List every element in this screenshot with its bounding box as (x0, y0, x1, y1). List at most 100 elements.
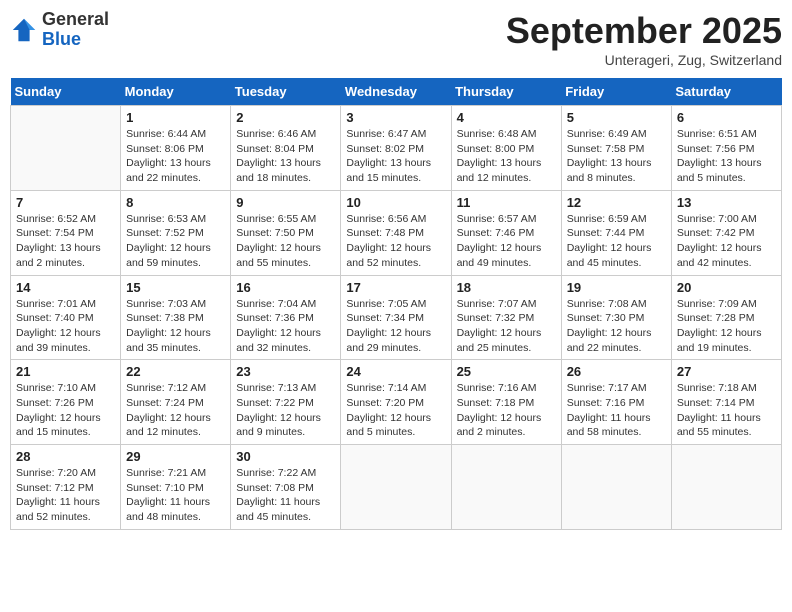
week-row-2: 7 Sunrise: 6:52 AMSunset: 7:54 PMDaylight… (11, 190, 782, 275)
day-number: 9 (236, 195, 335, 210)
logo-icon (10, 16, 38, 44)
day-number: 15 (126, 280, 225, 295)
title-block: September 2025 Unterageri, Zug, Switzerl… (506, 10, 782, 68)
day-cell: 1 Sunrise: 6:44 AMSunset: 8:06 PMDaylight… (121, 106, 231, 191)
day-info: Sunrise: 6:48 AMSunset: 8:00 PMDaylight:… (457, 127, 556, 186)
day-number: 2 (236, 110, 335, 125)
day-cell: 27Sunrise: 7:18 AMSunset: 7:14 PMDayligh… (671, 360, 781, 445)
day-info: Sunrise: 7:04 AMSunset: 7:36 PMDaylight:… (236, 297, 335, 356)
day-cell: 19 Sunrise: 7:08 AMSunset: 7:30 PMDayligh… (561, 275, 671, 360)
weekday-header-row: SundayMondayTuesdayWednesdayThursdayFrid… (11, 78, 782, 106)
day-cell: 22 Sunrise: 7:12 AMSunset: 7:24 PMDayligh… (121, 360, 231, 445)
logo-general: General (42, 9, 109, 29)
day-info: Sunrise: 7:10 AMSunset: 7:26 PMDaylight:… (16, 381, 115, 440)
day-info: Sunrise: 7:05 AMSunset: 7:34 PMDaylight:… (346, 297, 445, 356)
day-number: 5 (567, 110, 666, 125)
day-number: 3 (346, 110, 445, 125)
day-number: 16 (236, 280, 335, 295)
day-number: 24 (346, 364, 445, 379)
location: Unterageri, Zug, Switzerland (506, 52, 782, 68)
day-info: Sunrise: 7:08 AMSunset: 7:30 PMDaylight:… (567, 297, 666, 356)
day-cell: 12 Sunrise: 6:59 AMSunset: 7:44 PMDayligh… (561, 190, 671, 275)
day-info: Sunrise: 7:16 AMSunset: 7:18 PMDaylight:… (457, 381, 556, 440)
day-number: 7 (16, 195, 115, 210)
day-cell (451, 445, 561, 530)
day-number: 13 (677, 195, 776, 210)
day-cell (341, 445, 451, 530)
day-cell: 17 Sunrise: 7:05 AMSunset: 7:34 PMDayligh… (341, 275, 451, 360)
day-info: Sunrise: 7:20 AMSunset: 7:12 PMDaylight:… (16, 466, 115, 525)
day-number: 10 (346, 195, 445, 210)
day-number: 21 (16, 364, 115, 379)
day-number: 4 (457, 110, 556, 125)
day-cell: 6 Sunrise: 6:51 AMSunset: 7:56 PMDaylight… (671, 106, 781, 191)
day-number: 19 (567, 280, 666, 295)
weekday-header-monday: Monday (121, 78, 231, 106)
day-number: 25 (457, 364, 556, 379)
day-cell: 26 Sunrise: 7:17 AMSunset: 7:16 PMDayligh… (561, 360, 671, 445)
day-number: 6 (677, 110, 776, 125)
weekday-header-friday: Friday (561, 78, 671, 106)
day-cell: 3 Sunrise: 6:47 AMSunset: 8:02 PMDaylight… (341, 106, 451, 191)
day-info: Sunrise: 6:46 AMSunset: 8:04 PMDaylight:… (236, 127, 335, 186)
day-cell: 4 Sunrise: 6:48 AMSunset: 8:00 PMDaylight… (451, 106, 561, 191)
day-cell: 20Sunrise: 7:09 AMSunset: 7:28 PMDayligh… (671, 275, 781, 360)
day-info: Sunrise: 7:09 AMSunset: 7:28 PMDaylight:… (677, 297, 776, 356)
day-number: 18 (457, 280, 556, 295)
day-number: 22 (126, 364, 225, 379)
weekday-header-wednesday: Wednesday (341, 78, 451, 106)
logo: General Blue (10, 10, 109, 50)
day-cell: 25 Sunrise: 7:16 AMSunset: 7:18 PMDayligh… (451, 360, 561, 445)
day-number: 28 (16, 449, 115, 464)
weekday-header-tuesday: Tuesday (231, 78, 341, 106)
day-info: Sunrise: 6:49 AMSunset: 7:58 PMDaylight:… (567, 127, 666, 186)
week-row-5: 28 Sunrise: 7:20 AMSunset: 7:12 PMDayligh… (11, 445, 782, 530)
week-row-4: 21 Sunrise: 7:10 AMSunset: 7:26 PMDayligh… (11, 360, 782, 445)
day-cell: 8Sunrise: 6:53 AMSunset: 7:52 PMDaylight… (121, 190, 231, 275)
day-cell: 28 Sunrise: 7:20 AMSunset: 7:12 PMDayligh… (11, 445, 121, 530)
day-number: 23 (236, 364, 335, 379)
day-info: Sunrise: 6:52 AMSunset: 7:54 PMDaylight:… (16, 212, 115, 271)
day-cell: 14Sunrise: 7:01 AMSunset: 7:40 PMDayligh… (11, 275, 121, 360)
day-number: 12 (567, 195, 666, 210)
day-info: Sunrise: 6:56 AMSunset: 7:48 PMDaylight:… (346, 212, 445, 271)
day-info: Sunrise: 7:07 AMSunset: 7:32 PMDaylight:… (457, 297, 556, 356)
day-cell: 24 Sunrise: 7:14 AMSunset: 7:20 PMDayligh… (341, 360, 451, 445)
day-info: Sunrise: 7:14 AMSunset: 7:20 PMDaylight:… (346, 381, 445, 440)
day-info: Sunrise: 6:55 AMSunset: 7:50 PMDaylight:… (236, 212, 335, 271)
day-info: Sunrise: 7:13 AMSunset: 7:22 PMDaylight:… (236, 381, 335, 440)
day-cell (671, 445, 781, 530)
day-info: Sunrise: 6:57 AMSunset: 7:46 PMDaylight:… (457, 212, 556, 271)
day-cell: 23 Sunrise: 7:13 AMSunset: 7:22 PMDayligh… (231, 360, 341, 445)
day-cell: 29Sunrise: 7:21 AMSunset: 7:10 PMDayligh… (121, 445, 231, 530)
month-title: September 2025 (506, 10, 782, 52)
day-cell: 5 Sunrise: 6:49 AMSunset: 7:58 PMDaylight… (561, 106, 671, 191)
day-info: Sunrise: 6:47 AMSunset: 8:02 PMDaylight:… (346, 127, 445, 186)
day-info: Sunrise: 7:17 AMSunset: 7:16 PMDaylight:… (567, 381, 666, 440)
day-cell: 10 Sunrise: 6:56 AMSunset: 7:48 PMDayligh… (341, 190, 451, 275)
day-number: 30 (236, 449, 335, 464)
day-cell: 9 Sunrise: 6:55 AMSunset: 7:50 PMDaylight… (231, 190, 341, 275)
day-info: Sunrise: 6:59 AMSunset: 7:44 PMDaylight:… (567, 212, 666, 271)
page-header: General Blue September 2025 Unterageri, … (10, 10, 782, 68)
day-info: Sunrise: 6:51 AMSunset: 7:56 PMDaylight:… (677, 127, 776, 186)
day-number: 11 (457, 195, 556, 210)
day-cell (11, 106, 121, 191)
day-info: Sunrise: 7:22 AMSunset: 7:08 PMDaylight:… (236, 466, 335, 525)
weekday-header-saturday: Saturday (671, 78, 781, 106)
day-cell: 15Sunrise: 7:03 AMSunset: 7:38 PMDayligh… (121, 275, 231, 360)
calendar-table: SundayMondayTuesdayWednesdayThursdayFrid… (10, 78, 782, 530)
day-info: Sunrise: 7:12 AMSunset: 7:24 PMDaylight:… (126, 381, 225, 440)
day-info: Sunrise: 7:00 AMSunset: 7:42 PMDaylight:… (677, 212, 776, 271)
day-number: 8 (126, 195, 225, 210)
day-number: 29 (126, 449, 225, 464)
day-number: 26 (567, 364, 666, 379)
day-info: Sunrise: 7:01 AMSunset: 7:40 PMDaylight:… (16, 297, 115, 356)
day-cell: 13 Sunrise: 7:00 AMSunset: 7:42 PMDayligh… (671, 190, 781, 275)
day-number: 27 (677, 364, 776, 379)
day-info: Sunrise: 6:44 AMSunset: 8:06 PMDaylight:… (126, 127, 225, 186)
day-cell: 18 Sunrise: 7:07 AMSunset: 7:32 PMDayligh… (451, 275, 561, 360)
day-number: 1 (126, 110, 225, 125)
day-number: 17 (346, 280, 445, 295)
weekday-header-sunday: Sunday (11, 78, 121, 106)
